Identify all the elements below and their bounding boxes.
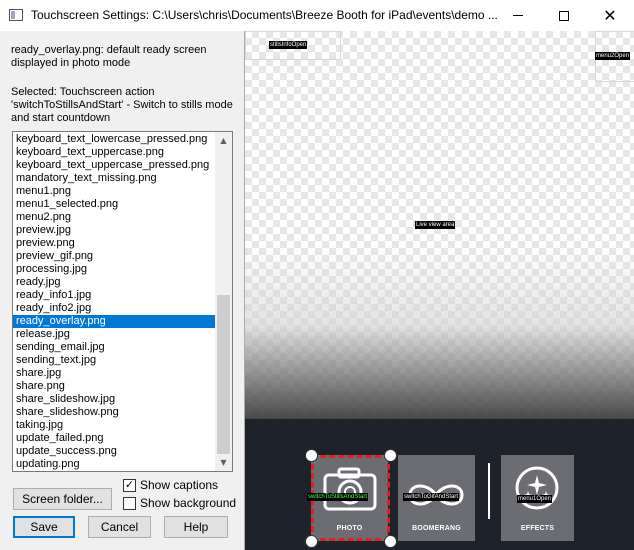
list-item[interactable]: preview.jpg — [13, 224, 215, 237]
scroll-down-icon[interactable]: ▼ — [215, 454, 232, 471]
show-background-label: Show background — [140, 496, 237, 510]
list-item[interactable]: share.png — [13, 380, 215, 393]
list-item[interactable]: sending_email.jpg — [13, 341, 215, 354]
list-item[interactable]: update_failed.png — [13, 432, 215, 445]
list-item[interactable]: keyboard_text_uppercase_pressed.png — [13, 159, 215, 172]
list-item[interactable]: preview_gif.png — [13, 250, 215, 263]
maximize-button[interactable] — [541, 0, 587, 31]
list-item[interactable]: updating.png — [13, 458, 215, 471]
app-icon — [9, 9, 23, 21]
live-view-caption: Live view area — [415, 221, 456, 229]
resize-handle[interactable] — [384, 449, 397, 462]
screen-folder-button[interactable]: Screen folder... — [13, 488, 112, 510]
list-item[interactable]: update_success.png — [13, 445, 215, 458]
menu2-caption: menu2Open — [595, 52, 631, 60]
show-captions-label: Show captions — [140, 478, 219, 492]
minimize-icon — [513, 15, 523, 16]
list-item[interactable]: keyboard_text_uppercase.png — [13, 146, 215, 159]
list-item[interactable]: ready.jpg — [13, 276, 215, 289]
window-title: Touchscreen Settings: C:\Users\chris\Doc… — [31, 8, 498, 22]
title-bar: Touchscreen Settings: C:\Users\chris\Doc… — [0, 0, 634, 31]
help-button[interactable]: Help — [164, 516, 228, 538]
list-item[interactable]: preview.png — [13, 237, 215, 250]
list-scrollbar[interactable]: ▲ ▼ — [215, 132, 232, 471]
list-item[interactable]: processing.jpg — [13, 263, 215, 276]
list-item[interactable]: menu1.png — [13, 185, 215, 198]
resize-handle[interactable] — [305, 449, 318, 462]
file-list: keyboard_text_lowercase_pressed.png keybo… — [13, 133, 215, 471]
list-item[interactable]: ready_info2.jpg — [13, 302, 215, 315]
screen-preview[interactable]: stillsInfoOpen menu2Open Live view area … — [244, 31, 634, 550]
menu1-caption: menu1Open — [517, 495, 553, 503]
show-background-checkbox[interactable]: Show background — [123, 496, 236, 510]
close-icon: ✕ — [603, 5, 617, 25]
minimize-button[interactable] — [495, 0, 541, 31]
file-listbox[interactable]: keyboard_text_lowercase_pressed.png keybo… — [12, 131, 233, 472]
list-item[interactable]: sending_text.jpg — [13, 354, 215, 367]
selected-action-text: Selected: Touchscreen action 'switchToSt… — [11, 86, 233, 124]
list-item[interactable]: keyboard_text_lowercase_pressed.png — [13, 133, 215, 146]
list-item[interactable]: ready_overlay.png — [13, 315, 215, 328]
close-button[interactable]: ✕ — [587, 0, 633, 31]
stills-info-caption: stillsInfoOpen — [269, 41, 308, 49]
scroll-up-icon[interactable]: ▲ — [215, 132, 232, 149]
save-button[interactable]: Save — [13, 516, 75, 538]
checkbox-unchecked-icon[interactable] — [123, 496, 136, 510]
background-gradient — [245, 246, 634, 421]
effects-label: EFFECTS — [520, 525, 555, 532]
maximize-icon — [559, 10, 569, 21]
switch-stills-caption: switchToStillsAndStart — [307, 493, 369, 501]
list-item[interactable]: menu2.png — [13, 211, 215, 224]
resize-handle[interactable] — [384, 535, 397, 548]
list-item[interactable]: mandatory_text_missing.png — [13, 172, 215, 185]
checkbox-checked-icon[interactable]: ✓ — [123, 478, 136, 492]
list-item[interactable]: share.jpg — [13, 367, 215, 380]
boomerang-label: BOOMERANG — [412, 525, 461, 532]
list-item[interactable]: menu1_selected.png — [13, 198, 215, 211]
list-item[interactable]: share_slideshow.jpg — [13, 393, 215, 406]
file-description: ready_overlay.png: default ready screen … — [11, 44, 207, 69]
sparkles-icon — [515, 466, 559, 510]
list-item[interactable]: taking.jpg — [13, 419, 215, 432]
cancel-button[interactable]: Cancel — [88, 516, 151, 538]
scroll-thumb[interactable] — [217, 295, 230, 454]
show-captions-checkbox[interactable]: ✓ Show captions — [123, 478, 218, 492]
list-item[interactable]: release.jpg — [13, 328, 215, 341]
list-item[interactable]: ready_info1.jpg — [13, 289, 215, 302]
resize-handle[interactable] — [305, 535, 318, 548]
tile-divider — [488, 463, 490, 519]
list-item[interactable]: share_slideshow.png — [13, 406, 215, 419]
switch-gif-caption: switchToGifAndStart — [403, 493, 460, 501]
